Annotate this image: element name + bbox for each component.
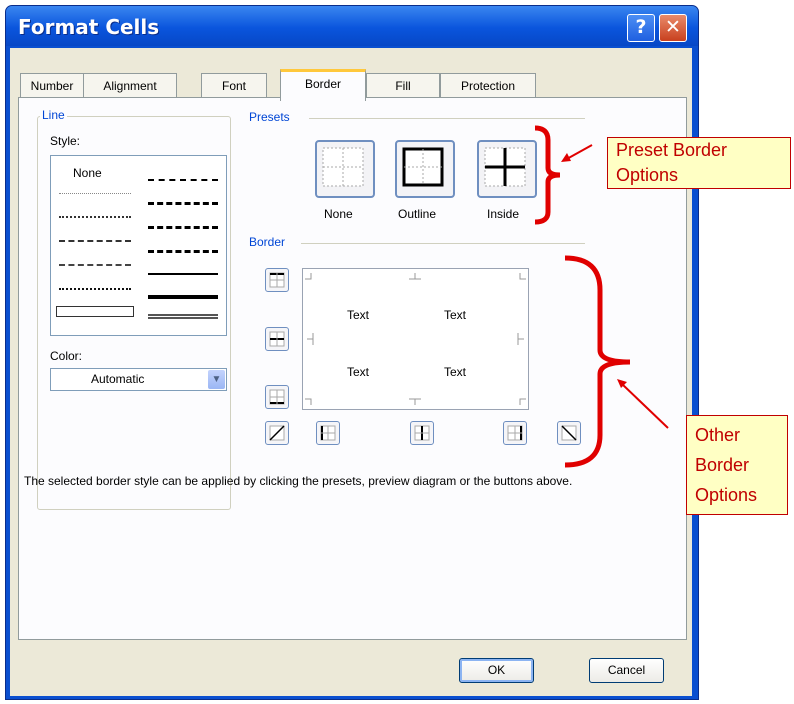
preset-inside-label: Inside [487, 207, 520, 221]
presets-title: Presets [249, 110, 290, 124]
style-label: Style: [50, 134, 81, 148]
preset-callout-line-2: Options [616, 165, 679, 185]
border-tab-panel: Line Style: None Color: Automatic ▼ Pres… [18, 97, 687, 640]
border-divider [301, 243, 585, 244]
color-dropdown[interactable]: Automatic ▼ [50, 368, 227, 391]
cancel-button[interactable]: Cancel [589, 658, 664, 683]
tab-font[interactable]: Font [201, 73, 267, 98]
style-double[interactable] [148, 314, 218, 319]
close-button[interactable]: ✕ [659, 14, 687, 42]
format-cells-dialog: Format Cells ? ✕ Number Alignment Font B… [5, 5, 699, 700]
ok-button[interactable]: OK [459, 658, 534, 683]
border-diagonal-down-button[interactable] [557, 421, 581, 445]
preset-callout-line-1: Preset Border [616, 140, 728, 160]
style-medium-dash-dot[interactable] [148, 226, 218, 229]
border-right-icon [507, 425, 523, 441]
line-style-list[interactable]: None [50, 155, 227, 336]
style-medium-dash-dot-dot[interactable] [148, 179, 218, 181]
border-diagonal-up-icon [269, 425, 285, 441]
preset-border-callout: Preset Border Options [607, 137, 791, 189]
border-bottom-icon [269, 389, 285, 405]
border-preview-diagram[interactable]: Text Text Text Text [302, 268, 529, 410]
line-group-title: Line [40, 108, 67, 122]
border-top-icon [269, 272, 285, 288]
border-left-icon [320, 425, 336, 441]
preset-inside-button[interactable] [477, 140, 537, 198]
preset-none-button[interactable] [315, 140, 375, 198]
border-inside-vertical-icon [414, 425, 430, 441]
border-diagonal-down-icon [561, 425, 577, 441]
other-border-callout: Other Border Options [686, 415, 788, 515]
chevron-down-icon[interactable]: ▼ [208, 370, 225, 389]
preview-text-bottom-right: Text [444, 365, 467, 379]
style-thick[interactable] [148, 295, 218, 299]
preset-outline-icon [402, 147, 444, 187]
preset-none-icon [322, 147, 364, 187]
other-callout-line-3: Options [695, 485, 758, 505]
border-inside-vertical-button[interactable] [410, 421, 434, 445]
title-bar[interactable]: Format Cells ? ✕ [6, 6, 698, 46]
style-dash-dot-dot[interactable] [59, 240, 131, 242]
style-dotted[interactable] [59, 216, 131, 218]
tab-protection[interactable]: Protection [440, 73, 536, 98]
dialog-title: Format Cells [18, 15, 160, 39]
preset-outline-label: Outline [398, 207, 437, 221]
style-medium-dashed[interactable] [148, 250, 218, 253]
style-thin-solid-selected[interactable] [56, 306, 134, 317]
tab-border[interactable]: Border [280, 69, 366, 101]
border-top-button[interactable] [265, 268, 289, 292]
preview-text-top-right: Text [444, 308, 467, 322]
preset-inside-icon [484, 147, 526, 187]
border-title: Border [249, 235, 286, 249]
border-bottom-button[interactable] [265, 385, 289, 409]
style-dash-dot[interactable] [59, 264, 131, 266]
border-right-button[interactable] [503, 421, 527, 445]
border-diagonal-up-button[interactable] [265, 421, 289, 445]
other-callout-line-2: Border [695, 455, 750, 475]
preview-text-bottom-left: Text [347, 365, 370, 379]
preview-text-top-left: Text [347, 308, 370, 322]
color-value: Automatic [91, 372, 145, 386]
style-none-option[interactable]: None [73, 166, 102, 180]
other-callout-line-1: Other [695, 425, 741, 445]
preset-none-label: None [324, 207, 353, 221]
dialog-client-area: Number Alignment Font Border Fill Protec… [10, 48, 692, 696]
border-description: The selected border style can be applied… [24, 474, 573, 488]
style-medium[interactable] [148, 273, 218, 275]
tab-fill[interactable]: Fill [366, 73, 440, 98]
presets-divider [309, 118, 585, 119]
tab-alignment[interactable]: Alignment [83, 73, 177, 98]
style-hairline[interactable] [59, 193, 131, 194]
help-button[interactable]: ? [627, 14, 655, 42]
style-dashed-thin[interactable] [59, 288, 131, 290]
border-inside-horizontal-button[interactable] [265, 327, 289, 351]
preview-corner-marks [305, 273, 526, 405]
preset-outline-button[interactable] [395, 140, 455, 198]
color-label: Color: [50, 349, 83, 363]
border-inside-horizontal-icon [269, 331, 285, 347]
border-left-button[interactable] [316, 421, 340, 445]
tab-number[interactable]: Number [20, 73, 84, 98]
style-slanted-dash-dot[interactable] [148, 202, 218, 205]
